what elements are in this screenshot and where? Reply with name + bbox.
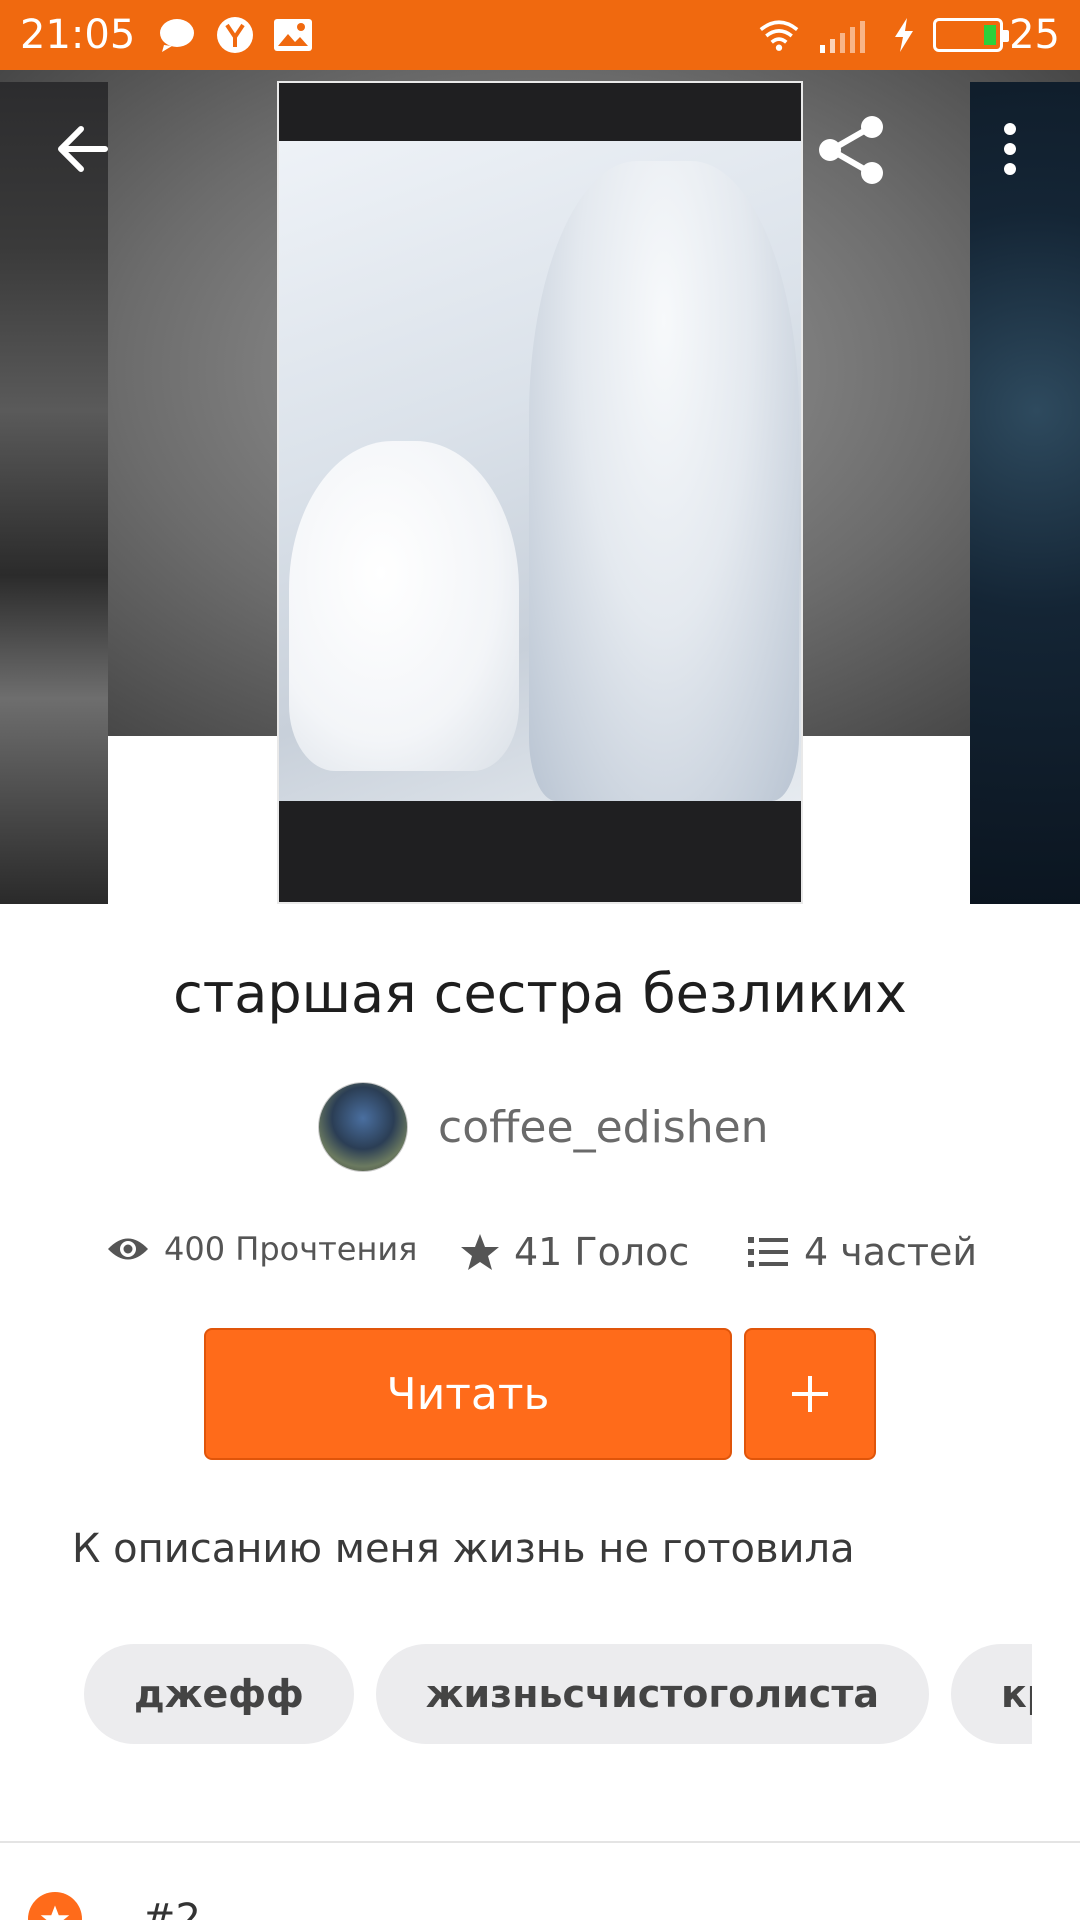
battery-percent: 25 — [1009, 12, 1060, 58]
tag-chip[interactable]: жизньсчистоголиста — [375, 1644, 929, 1744]
cover-fox-figure — [289, 441, 519, 771]
share-icon — [819, 116, 883, 184]
tag-chip[interactable]: крипипаста — [951, 1644, 1032, 1744]
cover-girl-figure — [529, 161, 799, 801]
list-icon — [748, 1237, 788, 1267]
read-button[interactable]: Читать — [204, 1328, 732, 1460]
story-cover[interactable] — [277, 81, 803, 904]
cover-artwork — [279, 141, 801, 801]
author-name[interactable]: coffee_edishen — [438, 1102, 769, 1153]
charging-icon — [891, 15, 917, 55]
status-time: 21:05 — [20, 12, 136, 58]
share-button[interactable] — [812, 110, 892, 190]
votes-stat: 41 Голос — [460, 1230, 689, 1274]
status-bar: 21:05 25 — [0, 0, 1080, 70]
more-vertical-icon — [1004, 123, 1016, 175]
section-divider — [0, 1841, 1080, 1843]
back-button[interactable] — [48, 114, 118, 184]
author-row[interactable]: coffee_edishen — [318, 1082, 769, 1172]
eye-icon — [108, 1238, 148, 1260]
story-header — [0, 70, 1080, 904]
arrow-left-icon — [58, 126, 108, 172]
avatar[interactable] — [318, 1082, 408, 1172]
tag-chip[interactable]: джефф — [84, 1644, 354, 1744]
battery-icon — [933, 18, 1010, 52]
parts-stat[interactable]: 4 частей — [748, 1230, 977, 1274]
story-stats: 400 Прочтения 41 Голос 4 частей — [0, 1230, 1080, 1280]
previous-story-cover[interactable] — [0, 82, 108, 904]
story-title: старшая сестра безликих — [173, 962, 907, 1025]
ranking-row[interactable]: #2 — [28, 1892, 201, 1920]
reads-stat: 400 Прочтения — [106, 1230, 417, 1268]
reads-count: 400 Прочтения — [164, 1230, 418, 1268]
image-icon — [273, 15, 313, 55]
yandex-icon — [215, 15, 255, 55]
votes-count: 41 Голос — [514, 1230, 690, 1274]
ranking-text: #2 — [142, 1896, 201, 1920]
next-story-cover[interactable] — [970, 82, 1080, 904]
chat-bubble-icon — [157, 15, 197, 55]
more-options-button[interactable] — [985, 114, 1035, 184]
signal-icon — [817, 15, 873, 55]
add-to-library-button[interactable] — [744, 1328, 876, 1460]
wifi-icon — [759, 15, 799, 55]
star-icon — [461, 1234, 499, 1270]
ranking-star-icon — [28, 1892, 82, 1920]
parts-count: 4 частей — [804, 1230, 978, 1274]
plus-icon — [792, 1376, 828, 1412]
tag-list: джеффжизньсчистоголиста крипипаста — [84, 1644, 1032, 1744]
story-description: К описанию меня жизнь не готовила — [72, 1526, 855, 1572]
